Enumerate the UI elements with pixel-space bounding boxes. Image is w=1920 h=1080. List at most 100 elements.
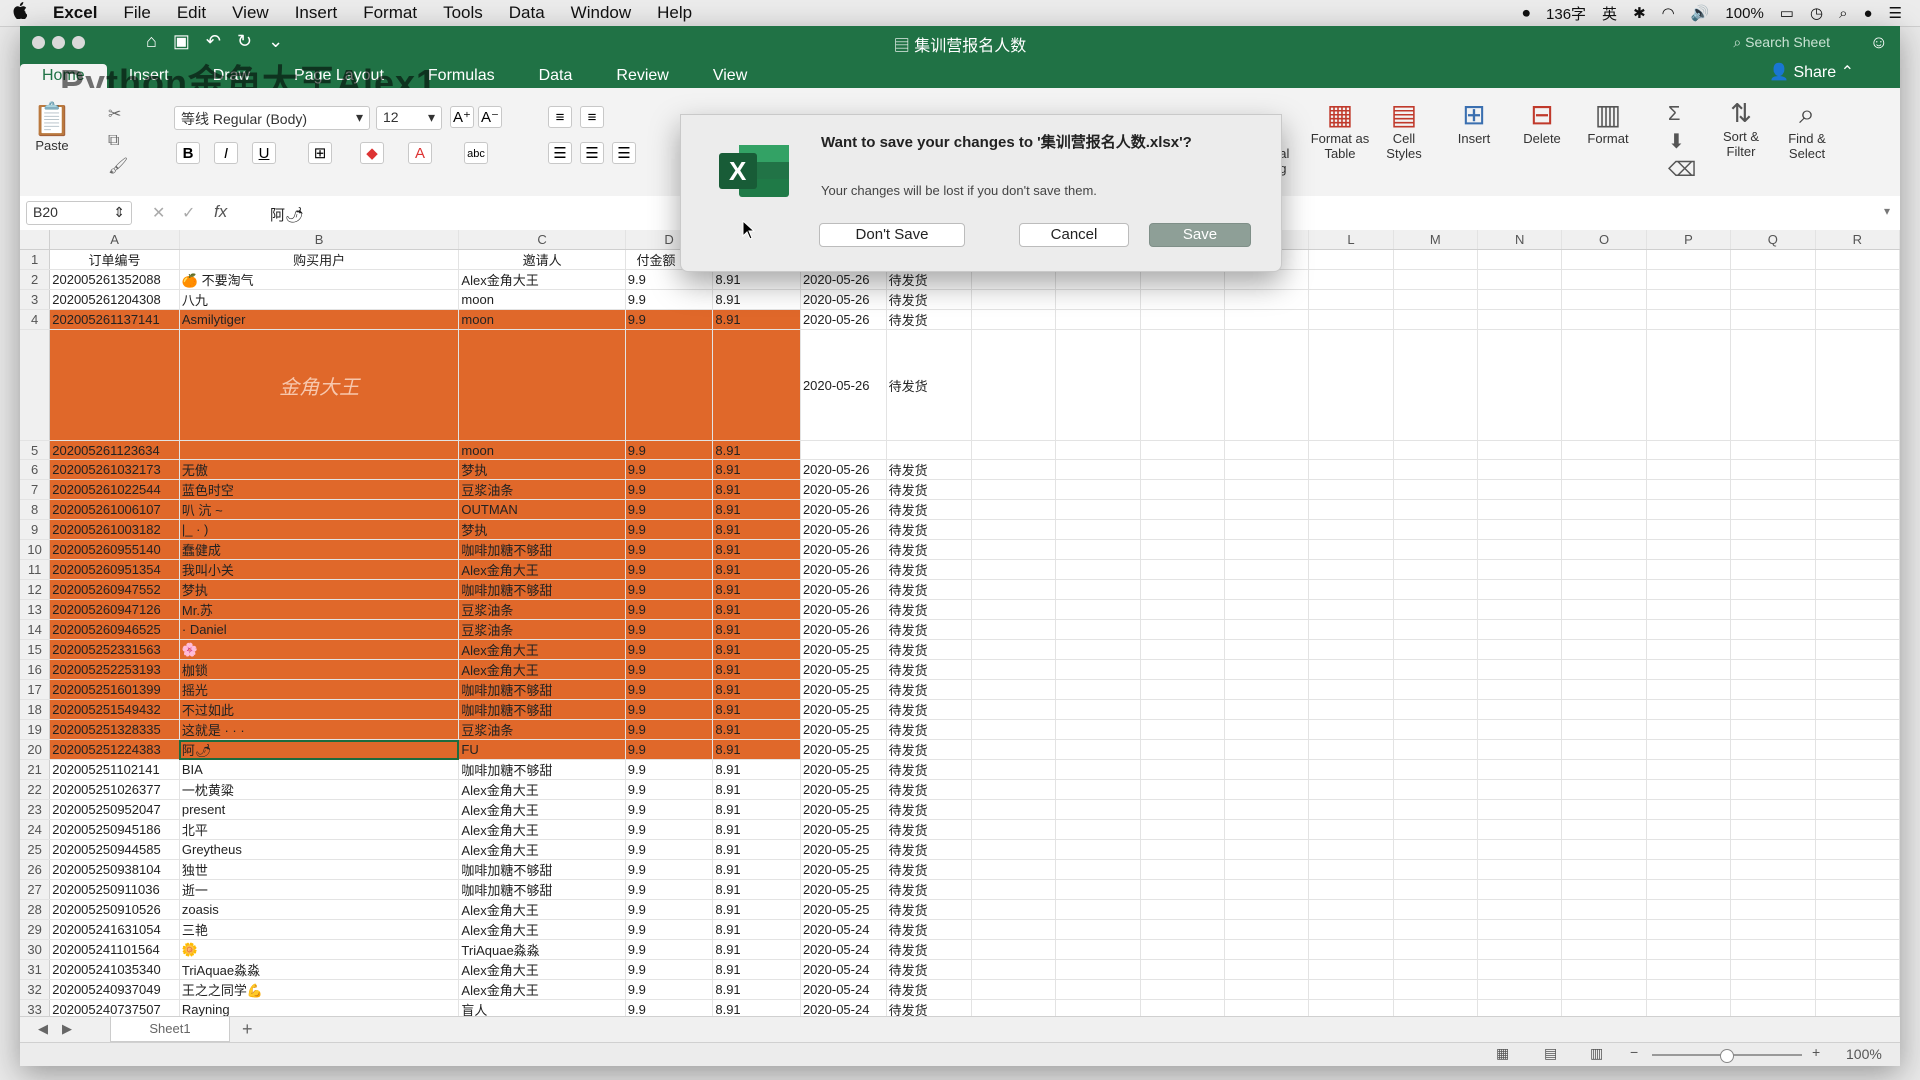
grid-cell-empty[interactable] bbox=[1140, 599, 1225, 621]
underline-button[interactable]: U bbox=[252, 142, 276, 164]
worksheet-grid[interactable]: ABCDEFGHIJKLMNOPQR1订单编号购买用户邀请人付金额（元现金额（元… bbox=[20, 230, 1900, 1016]
grid-cell-empty[interactable] bbox=[971, 519, 1057, 541]
grid-cell-empty[interactable] bbox=[1140, 679, 1225, 701]
grid-cell-empty[interactable] bbox=[1393, 479, 1479, 501]
row-header[interactable]: 33 bbox=[20, 999, 51, 1016]
grid-cell-empty[interactable] bbox=[1055, 759, 1141, 781]
grid-cell-empty[interactable] bbox=[1815, 639, 1900, 661]
grid-cell-empty[interactable] bbox=[1140, 639, 1225, 661]
grid-cell-empty[interactable] bbox=[1055, 799, 1141, 821]
grid-cell-empty[interactable] bbox=[1393, 819, 1479, 841]
cancel-formula-icon[interactable]: ✕ bbox=[152, 203, 165, 223]
grid-cell-d[interactable]: 9.9 bbox=[625, 539, 714, 561]
grid-cell-empty[interactable] bbox=[1140, 819, 1225, 841]
grid-cell-g[interactable]: 待发货 bbox=[886, 659, 972, 681]
grid-cell-b[interactable]: Rayning bbox=[179, 999, 460, 1016]
grid-cell-empty[interactable] bbox=[1393, 839, 1479, 861]
grid-cell-empty[interactable] bbox=[1224, 440, 1310, 461]
font-color-button[interactable]: A bbox=[408, 142, 432, 164]
grid-cell-empty[interactable] bbox=[1224, 899, 1310, 921]
grid-cell-empty[interactable] bbox=[1055, 659, 1141, 681]
tab-data[interactable]: Data bbox=[517, 64, 595, 88]
menu-file[interactable]: File bbox=[110, 3, 163, 23]
grid-cell-empty[interactable] bbox=[1477, 269, 1563, 290]
grid-cell-empty[interactable] bbox=[1140, 440, 1225, 461]
grid-cell-empty[interactable] bbox=[1646, 919, 1732, 941]
grid-cell-f[interactable] bbox=[800, 440, 887, 461]
align-top-icon[interactable]: ≡ bbox=[548, 106, 572, 128]
grid-cell-a[interactable]: 202005251549432 bbox=[49, 699, 180, 721]
grid-cell-empty[interactable] bbox=[1561, 839, 1647, 861]
grid-cell-empty[interactable] bbox=[1815, 819, 1900, 841]
grid-cell-empty[interactable] bbox=[1561, 679, 1647, 701]
grid-cell-e[interactable]: 8.91 bbox=[712, 599, 801, 621]
grid-cell-empty[interactable] bbox=[1393, 499, 1479, 521]
grid-cell-a[interactable]: 202005261204308 bbox=[49, 289, 180, 310]
grid-cell-g[interactable]: 待发货 bbox=[886, 779, 972, 801]
grid-cell-empty[interactable] bbox=[1055, 959, 1141, 981]
battery-icon[interactable]: ▭ bbox=[1780, 4, 1794, 22]
grid-cell-e[interactable]: 8.91 bbox=[712, 559, 801, 581]
fill-color-button[interactable]: ◆ bbox=[360, 142, 384, 164]
grid-cell-d[interactable]: 9.9 bbox=[625, 719, 714, 741]
grid-cell-empty[interactable] bbox=[971, 599, 1057, 621]
apple-menu-icon[interactable] bbox=[0, 2, 40, 24]
grid-cell-b[interactable]: 蓝色时空 bbox=[179, 479, 460, 501]
grid-cell-empty[interactable] bbox=[1140, 659, 1225, 681]
grid-cell-c[interactable] bbox=[458, 329, 626, 441]
grid-cell-d[interactable]: 9.9 bbox=[625, 739, 714, 761]
grid-cell-f[interactable]: 2020-05-26 bbox=[800, 579, 887, 601]
enter-formula-icon[interactable]: ✓ bbox=[182, 203, 195, 223]
grid-cell-empty[interactable] bbox=[971, 309, 1057, 330]
row-header[interactable]: 32 bbox=[20, 979, 51, 1001]
grid-cell-empty[interactable] bbox=[1224, 839, 1310, 861]
grid-cell-empty[interactable] bbox=[1224, 599, 1310, 621]
screen-record-icon[interactable]: ⏺ bbox=[1523, 5, 1531, 22]
grid-cell-empty[interactable] bbox=[1815, 659, 1900, 681]
tab-review[interactable]: Review bbox=[594, 64, 690, 88]
column-header[interactable]: A bbox=[49, 230, 180, 250]
grid-cell-empty[interactable] bbox=[1224, 639, 1310, 661]
grid-cell-a[interactable]: 202005251328335 bbox=[49, 719, 180, 741]
grid-cell-empty[interactable] bbox=[1477, 309, 1563, 330]
grid-cell-empty[interactable] bbox=[1730, 879, 1816, 901]
grid-cell-empty[interactable] bbox=[1815, 939, 1900, 961]
clear-eraser-icon[interactable]: ⌫ bbox=[1668, 156, 1696, 184]
grid-cell-e[interactable]: 8.91 bbox=[712, 799, 801, 821]
row-header[interactable]: 12 bbox=[20, 579, 51, 601]
header-cell[interactable]: 购买用户 bbox=[179, 249, 460, 270]
grid-cell-f[interactable]: 2020-05-25 bbox=[800, 719, 887, 741]
grid-cell-empty[interactable] bbox=[1140, 499, 1225, 521]
grid-cell-empty[interactable] bbox=[971, 939, 1057, 961]
grid-cell-empty[interactable] bbox=[1308, 619, 1394, 641]
column-header[interactable]: R bbox=[1815, 230, 1900, 250]
align-left-icon[interactable]: ☰ bbox=[548, 142, 572, 164]
row-header[interactable]: 31 bbox=[20, 959, 51, 981]
row-header[interactable]: 25 bbox=[20, 839, 51, 861]
zoom-level[interactable]: 100% bbox=[1846, 1046, 1882, 1062]
grid-cell-empty[interactable] bbox=[1730, 519, 1816, 541]
grid-cell-e[interactable]: 8.91 bbox=[712, 579, 801, 601]
grid-cell-empty[interactable] bbox=[1308, 979, 1394, 1001]
bold-button[interactable]: B bbox=[176, 142, 200, 164]
grid-cell-f[interactable]: 2020-05-26 bbox=[800, 539, 887, 561]
grid-cell-c[interactable]: FU bbox=[458, 739, 626, 761]
normal-view-icon[interactable]: ▦ bbox=[1496, 1045, 1509, 1062]
grid-cell-empty[interactable] bbox=[1561, 329, 1647, 441]
grid-cell-empty[interactable] bbox=[1561, 939, 1647, 961]
grid-cell-empty[interactable] bbox=[1393, 699, 1479, 721]
grid-cell-empty[interactable] bbox=[1730, 959, 1816, 981]
sort-filter-button[interactable]: ⇅ Sort & Filter bbox=[1714, 98, 1768, 159]
find-select-button[interactable]: ⌕ Find & Select bbox=[1780, 98, 1834, 161]
grid-cell-empty[interactable] bbox=[1140, 269, 1225, 290]
grid-cell-empty[interactable] bbox=[1140, 919, 1225, 941]
grid-cell-b[interactable]: · Daniel bbox=[179, 619, 460, 641]
grid-cell-d[interactable]: 9.9 bbox=[625, 919, 714, 941]
grid-cell-empty[interactable] bbox=[1730, 719, 1816, 741]
grid-cell-a[interactable]: 202005261003182 bbox=[49, 519, 180, 541]
grid-cell-d[interactable]: 9.9 bbox=[625, 289, 714, 310]
row-header[interactable]: 24 bbox=[20, 819, 51, 841]
grid-cell-b[interactable]: 我叫小关 bbox=[179, 559, 460, 581]
grid-cell-empty[interactable] bbox=[1646, 599, 1732, 621]
grid-cell-empty[interactable] bbox=[1477, 879, 1563, 901]
